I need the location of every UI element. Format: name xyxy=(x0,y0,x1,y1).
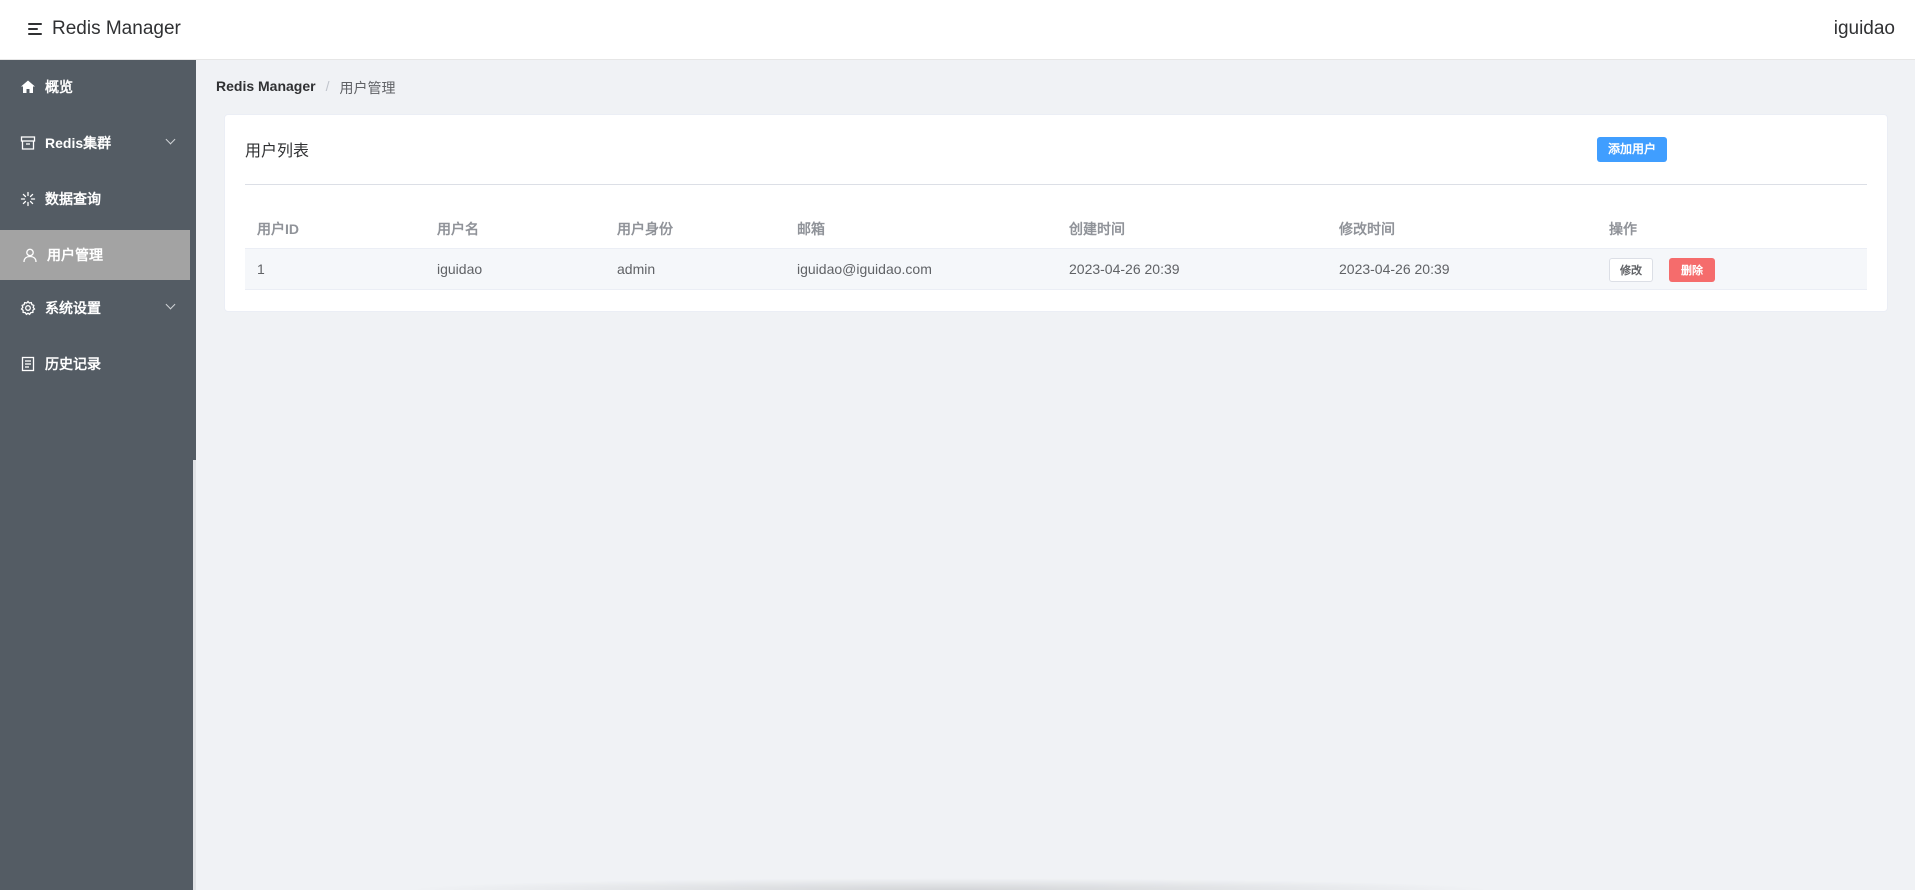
gear-icon xyxy=(20,300,36,316)
sidebar-item-label: 历史记录 xyxy=(45,356,101,372)
sidebar: 概览 Redis集群 数据查询 用户管理 系统设置 历史记录 xyxy=(0,60,196,890)
column-header-user-id: 用户ID xyxy=(257,221,299,237)
sidebar-item-label: 数据查询 xyxy=(45,191,101,207)
sidebar-item-history[interactable]: 历史记录 xyxy=(0,339,196,389)
sidebar-item-label: 概览 xyxy=(45,79,73,95)
cell-email: iguidao@iguidao.com xyxy=(797,261,932,277)
breadcrumb-root[interactable]: Redis Manager xyxy=(216,78,316,98)
loading-icon xyxy=(20,191,36,207)
user-icon xyxy=(22,247,38,263)
home-icon xyxy=(20,79,36,95)
column-header-actions: 操作 xyxy=(1609,221,1637,237)
edit-user-button[interactable]: 修改 xyxy=(1609,258,1653,282)
column-header-modified: 修改时间 xyxy=(1339,221,1395,237)
box-icon xyxy=(20,135,36,151)
document-icon xyxy=(20,356,36,372)
cell-created: 2023-04-26 20:39 xyxy=(1069,261,1180,277)
breadcrumb-separator: / xyxy=(325,78,330,94)
sidebar-item-label: 系统设置 xyxy=(45,300,101,316)
app-title: Redis Manager xyxy=(52,18,181,39)
delete-user-button[interactable]: 删除 xyxy=(1669,258,1715,282)
sidebar-item-system-settings[interactable]: 系统设置 xyxy=(0,283,196,333)
column-header-role: 用户身份 xyxy=(617,221,673,237)
top-header: Redis Manager iguidao xyxy=(0,0,1915,60)
menu-fold-icon[interactable] xyxy=(28,23,42,37)
user-list-card: 用户列表 添加用户 用户ID 用户名 用户身份 邮箱 创建时间 修改时间 操作 … xyxy=(224,114,1888,312)
sidebar-item-redis-cluster[interactable]: Redis集群 xyxy=(0,118,196,168)
sidebar-item-label: 用户管理 xyxy=(47,247,103,263)
cell-role: admin xyxy=(617,261,656,277)
sidebar-item-label: Redis集群 xyxy=(45,135,112,151)
chevron-down-icon xyxy=(165,134,176,145)
column-header-username: 用户名 xyxy=(437,221,479,237)
card-title: 用户列表 xyxy=(245,143,310,160)
sidebar-item-overview[interactable]: 概览 xyxy=(0,62,196,112)
sidebar-resize-edge xyxy=(193,460,196,890)
column-header-created: 创建时间 xyxy=(1069,221,1125,237)
user-table: 用户ID 用户名 用户身份 邮箱 创建时间 修改时间 操作 1 iguidao … xyxy=(245,209,1867,290)
table-header-row: 用户ID 用户名 用户身份 邮箱 创建时间 修改时间 操作 xyxy=(245,209,1867,249)
sidebar-item-data-query[interactable]: 数据查询 xyxy=(0,174,196,224)
cell-username: iguidao xyxy=(437,261,483,277)
divider xyxy=(245,184,1867,185)
cell-user-id: 1 xyxy=(257,261,265,277)
sidebar-item-user-management[interactable]: 用户管理 xyxy=(0,230,190,280)
table-row: 1 iguidao admin iguidao@iguidao.com 2023… xyxy=(245,249,1867,290)
chevron-down-icon xyxy=(165,299,176,310)
user-menu[interactable]: iguidao xyxy=(1834,18,1895,40)
breadcrumb: Redis Manager / 用户管理 xyxy=(216,78,395,98)
column-header-email: 邮箱 xyxy=(797,221,825,237)
breadcrumb-current: 用户管理 xyxy=(339,80,396,96)
add-user-button[interactable]: 添加用户 xyxy=(1597,137,1668,162)
bottom-shadow xyxy=(400,878,1500,890)
cell-modified: 2023-04-26 20:39 xyxy=(1339,261,1450,277)
